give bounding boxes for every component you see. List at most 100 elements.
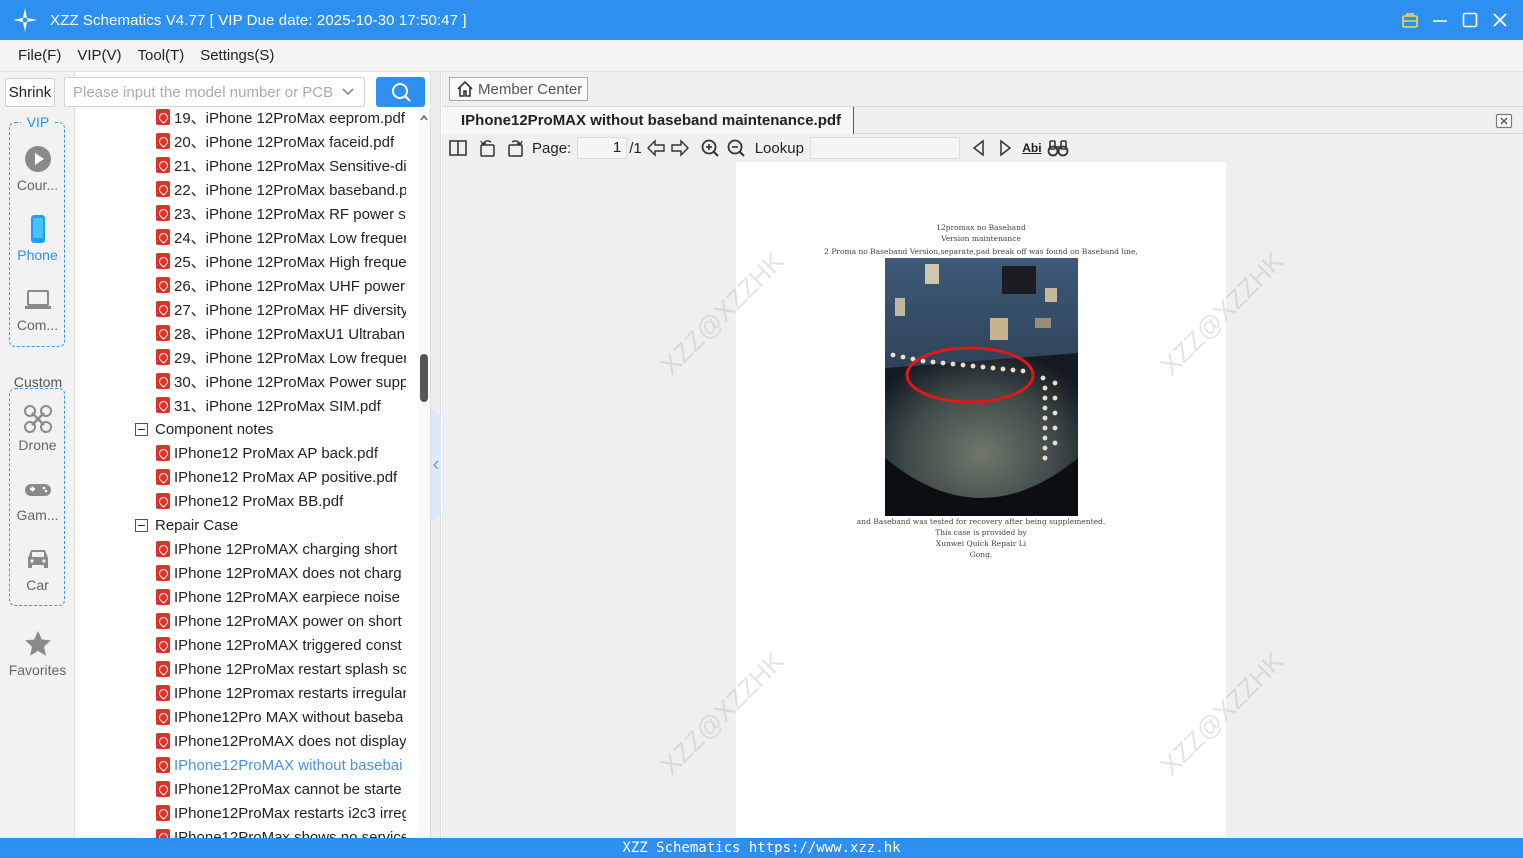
rail-item-courses[interactable]: Cour... (0, 144, 75, 193)
find-previous-icon[interactable] (968, 137, 990, 159)
rail-item-game[interactable]: Gam... (0, 474, 75, 523)
menu-settings[interactable]: Settings(S) (192, 47, 282, 64)
tree-file[interactable]: IPhone 12ProMax restart splash sc (156, 657, 406, 681)
pdf-text-line: and Baseband was tested for recovery aft… (856, 517, 1106, 526)
search-button[interactable] (376, 77, 425, 107)
tree-file[interactable]: IPhone12ProMax shows no service (156, 825, 406, 838)
pdf-icon (156, 373, 170, 389)
page-number-input[interactable]: 1 (577, 137, 628, 159)
laptop-icon (24, 290, 51, 309)
pdf-icon (156, 757, 170, 773)
document-tab[interactable]: IPhone12ProMAX without baseband maintena… (442, 107, 855, 134)
rotate-left-icon[interactable] (477, 137, 499, 159)
zoom-out-icon[interactable] (725, 137, 747, 159)
pdf-icon (156, 781, 170, 797)
tree-file[interactable]: 27、iPhone 12ProMax HF diversity (156, 297, 406, 321)
rail-item-favorites[interactable]: Favorites (0, 629, 75, 678)
rotate-right-icon[interactable] (504, 137, 526, 159)
collapse-panel-handle[interactable] (431, 410, 441, 520)
tree-file[interactable]: IPhone12 ProMax AP back.pdf (156, 441, 406, 465)
model-search-input[interactable]: Please input the model number or PCB (64, 77, 365, 107)
rail-item-game-label: Gam... (16, 507, 59, 523)
status-footer: XZZ Schematics https://www.xzz.hk (0, 838, 1523, 858)
member-center-button[interactable]: Member Center (449, 77, 588, 101)
tree-folder-repair-case[interactable]: Repair Case (135, 513, 405, 537)
tree-file[interactable]: 26、iPhone 12ProMax UHF power (156, 273, 406, 297)
tree-scrollbar[interactable] (418, 108, 430, 838)
tree-file[interactable]: IPhone12ProMAX does not display (156, 729, 406, 753)
tree-file[interactable]: 21、iPhone 12ProMax Sensitive-di (156, 153, 406, 177)
tree-file[interactable]: IPhone12Pro MAX without baseba (156, 705, 406, 729)
next-page-icon[interactable] (669, 137, 691, 159)
tree-file[interactable]: 30、iPhone 12ProMax Power supp (156, 369, 406, 393)
tree-folder-component-notes[interactable]: Component notes (135, 417, 405, 441)
vip-bag-icon[interactable] (1401, 11, 1419, 29)
document-tabs: IPhone12ProMAX without baseband maintena… (442, 106, 1523, 134)
collapse-toggle[interactable] (135, 518, 148, 532)
tree-file[interactable]: 31、iPhone 12ProMax SIM.pdf (156, 393, 406, 417)
pdf-icon (156, 637, 170, 653)
collapse-toggle[interactable] (135, 422, 148, 436)
tree-file-selected[interactable]: IPhone12ProMAX without basebai (156, 753, 406, 777)
tree-file[interactable]: IPhone 12ProMAX earpiece noise (156, 585, 406, 609)
menu-file[interactable]: File(F) (10, 47, 69, 64)
tree-file[interactable]: IPhone12ProMax cannot be starte (156, 777, 406, 801)
find-next-icon[interactable] (994, 137, 1016, 159)
pdf-icon (156, 565, 170, 581)
tree-file[interactable]: 24、iPhone 12ProMax Low frequer (156, 225, 406, 249)
tree-file[interactable]: IPhone 12ProMAX does not charg (156, 561, 406, 585)
tree-file[interactable]: 23、iPhone 12ProMax RF power su (156, 201, 406, 225)
pdf-text-line: 12promax no Baseband (936, 223, 1026, 232)
tree-file[interactable]: IPhone 12ProMAX power on short (156, 609, 406, 633)
pdf-icon (156, 613, 170, 629)
rail-item-car[interactable]: Car (0, 544, 75, 593)
pdf-icon (156, 157, 170, 173)
pdf-icon (156, 301, 170, 317)
shrink-button[interactable]: Shrink (5, 78, 55, 107)
rail-item-phone[interactable]: Phone (0, 214, 75, 263)
scroll-up-icon[interactable] (418, 112, 430, 124)
panel-splitter[interactable] (430, 72, 441, 838)
tree-file[interactable]: 29、iPhone 12ProMax Low frequer (156, 345, 406, 369)
zoom-in-icon[interactable] (699, 137, 721, 159)
tree-file[interactable]: 25、iPhone 12ProMax High freque (156, 249, 406, 273)
tree-file[interactable]: IPhone 12ProMAX charging short (156, 537, 406, 561)
app-logo-icon (12, 7, 38, 33)
tree-file[interactable]: 28、iPhone 12ProMaxU1 Ultraban (156, 321, 406, 345)
maximize-button[interactable] (1461, 11, 1479, 29)
rail-item-computer[interactable]: Com... (0, 284, 75, 333)
rail-item-car-label: Car (26, 577, 49, 593)
minimize-button[interactable] (1431, 11, 1449, 29)
home-icon (457, 80, 473, 97)
tree-file[interactable]: 22、iPhone 12ProMax baseband.p (156, 177, 406, 201)
tree-file[interactable]: IPhone 12Promax restarts irregular (156, 681, 406, 705)
close-button[interactable] (1491, 11, 1509, 29)
rail-item-favorites-label: Favorites (8, 662, 67, 678)
chevron-down-icon[interactable] (340, 84, 356, 100)
pdf-icon (156, 709, 170, 725)
star-icon (24, 631, 51, 656)
binoculars-icon[interactable] (1047, 137, 1069, 159)
tree-file[interactable]: IPhone12ProMax restarts i2c3 irreg (156, 801, 406, 825)
previous-page-icon[interactable] (645, 137, 667, 159)
pdf-viewer[interactable]: 12promax no Baseband Version maintenance… (442, 162, 1523, 838)
scroll-thumb[interactable] (420, 354, 428, 402)
pdf-icon (156, 229, 170, 245)
toggle-sidebar-icon[interactable] (447, 137, 469, 159)
tree-file[interactable]: 20、iPhone 12ProMax faceid.pdf (156, 129, 406, 153)
document-panel: Member Center IPhone12ProMAX without bas… (442, 72, 1523, 838)
menu-tool[interactable]: Tool(T) (130, 47, 193, 64)
pdf-icon (156, 661, 170, 677)
rail-item-drone[interactable]: Drone (0, 404, 75, 453)
pdf-toolbar: Page: 1 /1 Lookup Abi (442, 134, 1523, 162)
tree-file[interactable]: IPhone12 ProMax AP positive.pdf (156, 465, 406, 489)
tree-file[interactable]: IPhone 12ProMAX triggered const (156, 633, 406, 657)
vip-group-title: VIP (21, 114, 55, 130)
tree-file[interactable]: 19、iPhone 12ProMax eeprom.pdf (156, 108, 406, 129)
pdf-icon (156, 181, 170, 197)
lookup-input[interactable] (809, 137, 960, 159)
tree-file[interactable]: IPhone12 ProMax BB.pdf (156, 489, 406, 513)
match-case-icon[interactable]: Abi (1021, 137, 1043, 159)
close-tab-icon[interactable] (1495, 112, 1513, 130)
menu-vip[interactable]: VIP(V) (69, 47, 129, 64)
